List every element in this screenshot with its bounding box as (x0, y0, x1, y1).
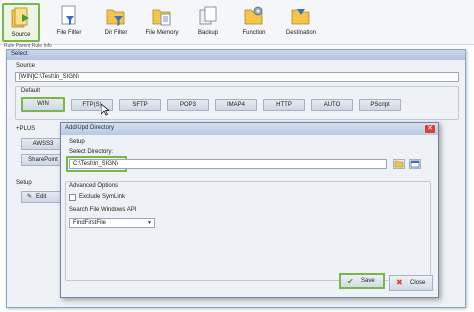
view-directory-button[interactable] (409, 159, 421, 169)
destination-icon (291, 9, 310, 25)
close-button-label: Close (410, 280, 426, 286)
protocol-imap4-button[interactable]: IMAP4 (215, 99, 257, 111)
search-api-value: FindFirstFile (73, 220, 107, 226)
close-x-icon[interactable]: ✕ (425, 125, 435, 133)
edit-button[interactable]: ✎ Edit (21, 191, 65, 203)
toolbar-destination-button[interactable]: Destination (282, 3, 320, 42)
protocol-win-button[interactable]: WIN (21, 97, 65, 112)
protocol-sftp-button[interactable]: SFTP (119, 99, 161, 111)
toolbar-file-filter-button[interactable]: File Filter (50, 3, 88, 42)
exclude-symlink-checkbox[interactable] (69, 194, 76, 201)
directory-path-field[interactable]: C:\Test\In_SIGN\ (69, 159, 387, 169)
toolbar-destination-label: Destination (285, 30, 317, 36)
folder-icon (394, 160, 404, 168)
browse-folder-button[interactable] (393, 159, 405, 169)
toolbar-source-button[interactable]: Source (2, 3, 40, 42)
search-api-label: Search File Windows API (69, 207, 137, 213)
toolbar-function-label: Function (242, 30, 266, 36)
main-toolbar: Source File Filter Dir Filter File Memor… (0, 0, 474, 49)
default-section-label: Default (21, 88, 41, 94)
edit-pencil-icon: ✎ (27, 194, 33, 200)
toolbar-file-filter-label: File Filter (56, 30, 82, 36)
protocol-http-button[interactable]: HTTP (263, 99, 305, 111)
file-filter-icon (61, 5, 76, 25)
plus-awss3-button[interactable]: AWSS3 (21, 138, 65, 150)
view-icon (410, 160, 420, 168)
file-memory-icon (152, 9, 171, 26)
add-upd-directory-dialog: Add/Upd Directory ✕ Setup Select Directo… (60, 122, 439, 298)
toolbar-file-memory-button[interactable]: File Memory (143, 3, 181, 42)
toolbar-backup-label: Backup (197, 30, 218, 36)
search-api-select[interactable]: FindFirstFile ▼ (69, 218, 155, 228)
save-button-label: Save (361, 278, 375, 284)
close-button[interactable]: ✖ Close (389, 275, 433, 291)
source-path-field[interactable]: [WIN]C:\Test\In_SIGN\ (15, 72, 459, 82)
select-dialog-title[interactable]: Select (7, 50, 465, 60)
dir-setup-label: Setup (69, 139, 85, 145)
chevron-down-icon: ▼ (147, 220, 152, 226)
toolbar-source-label: Source (11, 32, 31, 38)
save-button[interactable]: ✔ Save (339, 273, 385, 289)
edit-button-label: Edit (36, 194, 47, 200)
directory-dialog-title[interactable]: Add/Upd Directory (61, 123, 438, 135)
source-section-label: Source (16, 63, 36, 69)
toolbar-backup-button[interactable]: Backup (189, 3, 227, 42)
toolbar-function-button[interactable]: Function (235, 3, 273, 42)
function-icon (244, 6, 263, 25)
plus-sharepoint-button[interactable]: SharePoint (21, 154, 65, 166)
dir-filter-icon (106, 9, 125, 26)
advanced-options-label: Advanced Options (69, 183, 119, 189)
exclude-symlink-label: Exclude SymLink (79, 194, 126, 200)
backup-icon (199, 6, 217, 25)
toolbar-dir-filter-label: Dir Filter (104, 30, 128, 36)
cursor-icon (101, 104, 109, 116)
save-check-icon: ✔ (347, 277, 354, 286)
plus-section-label: +PLUS (16, 126, 36, 132)
toolbar-dir-filter-button[interactable]: Dir Filter (97, 3, 135, 42)
protocol-pscript-button[interactable]: PScript (359, 99, 401, 111)
protocol-pop3-button[interactable]: POP3 (167, 99, 209, 111)
select-directory-label: Select Directory: (69, 149, 114, 155)
setup-section-label: Setup (16, 180, 32, 186)
toolbar-file-memory-label: File Memory (145, 30, 179, 36)
source-icon (11, 7, 29, 28)
protocol-auto-button[interactable]: AUTO (311, 99, 353, 111)
close-x-icon: ✖ (396, 278, 403, 287)
